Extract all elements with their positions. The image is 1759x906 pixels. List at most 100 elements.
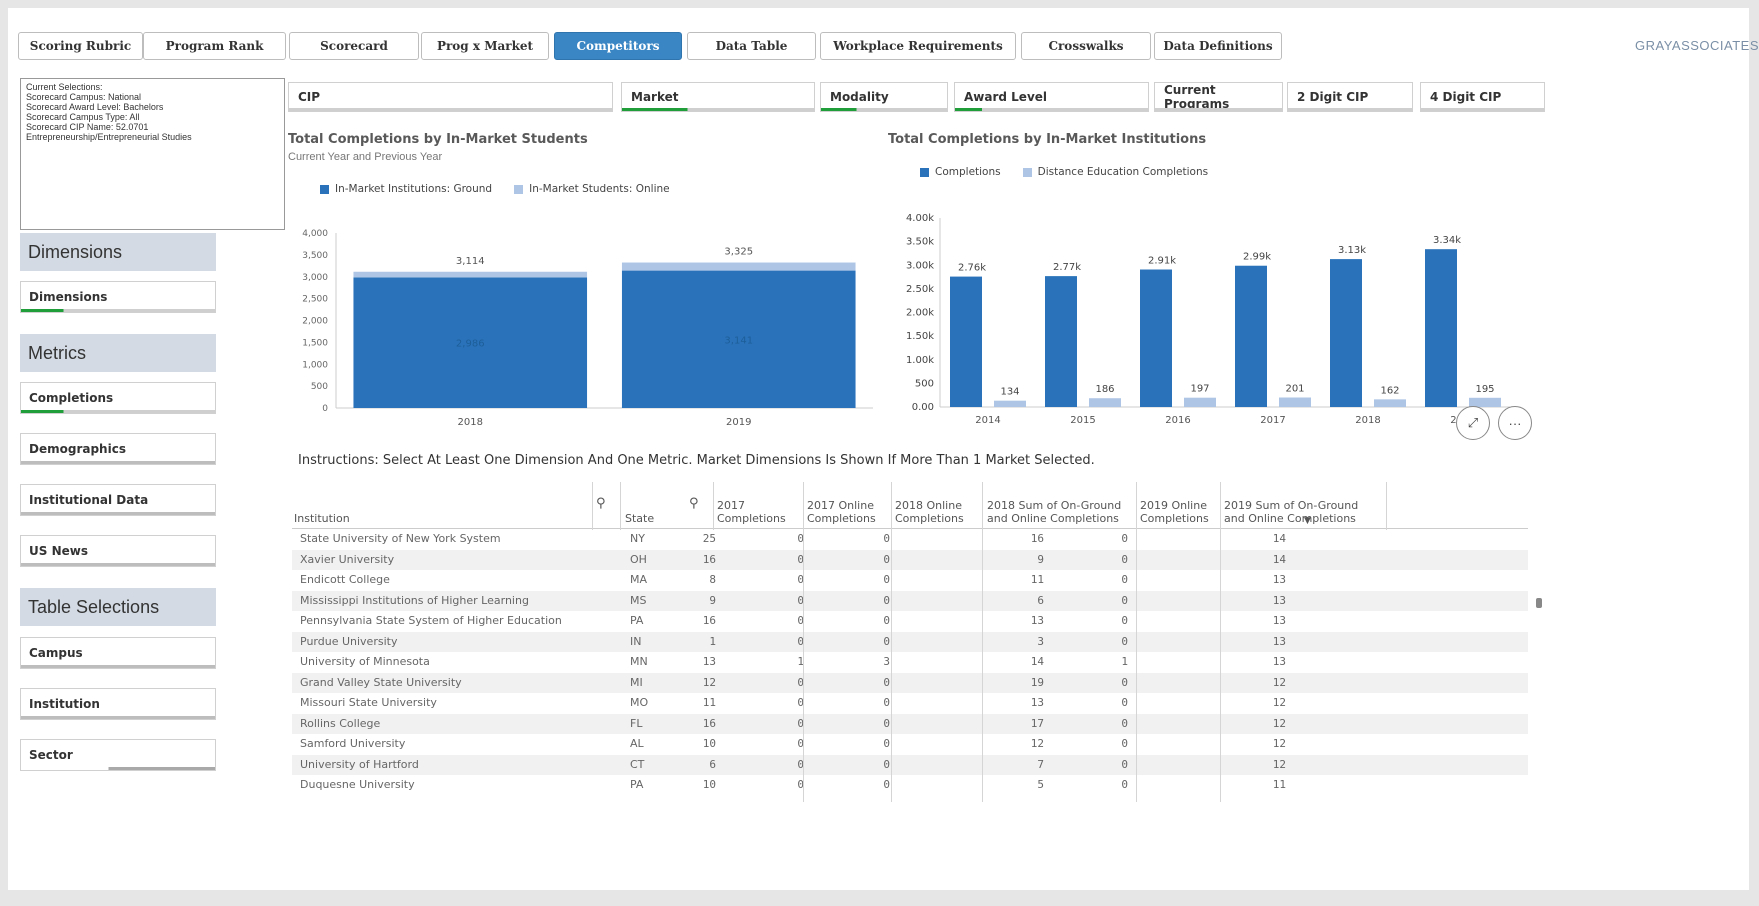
selection-indicator [21,461,215,464]
table-cell: 0 [1121,614,1128,627]
completions-button[interactable]: Completions [20,382,216,414]
us-news-button[interactable]: US News [20,535,216,567]
table-cell: 12 [1272,675,1286,689]
tab-program-rank[interactable]: Program Rank [143,32,286,60]
y-tick-label: 4,000 [302,229,328,239]
table-row[interactable]: Missouri State University MO 11 0 0 13 0 12 [292,693,1528,714]
bar-completions [950,276,982,407]
expand-icon[interactable]: ⤢ [1456,406,1490,440]
header-2017-online[interactable]: 2017 Online Completions [807,499,876,525]
table-selections-header: Table Selections [20,588,216,626]
search-icon[interactable]: ⚲ [596,497,606,510]
table-row[interactable]: Pennsylvania State System of Higher Educ… [292,611,1528,632]
table-cell: 10 [702,778,716,791]
cip4-filter[interactable]: 4 Digit CIP [1420,82,1545,112]
table-row[interactable]: Grand Valley State University MI 12 0 0 19 0 12 [292,672,1528,693]
header-institution[interactable]: Institution [294,512,350,525]
table-row[interactable]: Samford University AL 10 0 0 12 0 12 [292,734,1528,755]
cip2-filter[interactable]: 2 Digit CIP [1287,82,1413,112]
y-tick-label: 2,500 [302,295,328,305]
tab-workplace-requirements[interactable]: Workplace Requirements [820,32,1016,60]
table-cell: 0 [1121,757,1128,771]
header-2019-online[interactable]: 2019 Online Completions [1140,499,1209,525]
y-tick-label: 2.00k [906,308,934,319]
demographics-button[interactable]: Demographics [20,433,216,465]
table-cell: 11 [702,696,716,709]
selection-line: Scorecard CIP Name: 52.0701 [26,122,149,132]
current-programs-filter[interactable]: Current Programs [1154,82,1283,112]
table-cell: PA [630,778,644,791]
bar-total-label: 3,325 [724,247,753,258]
table-scrollbar[interactable] [1536,598,1542,608]
table-row[interactable]: Duquesne University PA 10 0 0 5 0 11 [292,775,1528,796]
filter-indicator [289,108,612,111]
institution-button[interactable]: Institution [20,688,216,720]
table-row[interactable]: University of Hartford CT 6 0 0 7 0 12 [292,754,1528,775]
sector-button[interactable]: Sector [20,739,216,771]
institutional-data-button[interactable]: Institutional Data [20,484,216,516]
table-row[interactable]: Endicott College MA 8 0 0 11 0 13 [292,570,1528,591]
table-cell: 0 [1121,696,1128,709]
more-options-icon[interactable]: ··· [1498,406,1532,440]
legend-label: Distance Education Completions [1037,166,1209,178]
y-tick-label: 1.00k [906,355,934,366]
table-cell: 0 [1121,675,1128,689]
header-2019-sum[interactable]: 2019 Sum of On-Ground and Online Completi… [1224,499,1358,525]
us-news-label: US News [29,544,88,558]
table-cell: OH [630,552,647,566]
market-filter[interactable]: Market [621,82,815,112]
tab-data-table[interactable]: Data Table [687,32,816,60]
tab-scorecard[interactable]: Scorecard [289,32,419,60]
table-cell: Pennsylvania State System of Higher Educ… [300,614,562,627]
table-cell: 0 [1121,593,1128,607]
table-cell: 0 [883,552,890,566]
table-row[interactable]: University of Minnesota MN 13 1 3 14 1 13 [292,652,1528,673]
tab-crosswalks[interactable]: Crosswalks [1021,32,1151,60]
cip-filter[interactable]: CIP [288,82,613,112]
header-2018-sum[interactable]: 2018 Sum of On-Ground and Online Completi… [987,499,1121,525]
column-divider [1386,482,1387,530]
bar-distance-ed [1279,397,1311,407]
tab-competitors[interactable]: Competitors [554,32,682,60]
column-divider [592,482,593,530]
table-cell: 1 [1121,655,1128,668]
market-filter-label: Market [631,90,679,104]
bar-online [353,271,588,278]
tab-data-definitions[interactable]: Data Definitions [1154,32,1282,60]
bar-distance-ed [994,400,1026,407]
campus-button[interactable]: Campus [20,637,216,669]
tab-prog-x-market[interactable]: Prog x Market [421,32,549,60]
header-2018-online[interactable]: 2018 Online Completions [895,499,964,525]
table-row[interactable]: Purdue University IN 1 0 0 3 0 13 [292,631,1528,652]
table-row[interactable]: State University of New York System NY 25 0… [292,529,1528,550]
bar-value-label: 134 [1000,387,1019,398]
x-tick-label: 2014 [975,415,1000,426]
table-row[interactable]: Rollins College FL 16 0 0 17 0 12 [292,713,1528,734]
table-cell: Xavier University [300,552,395,566]
column-divider [891,482,892,802]
table-row[interactable]: Xavier University OH 16 0 0 9 0 14 [292,549,1528,570]
table-cell: 16 [702,614,716,627]
search-icon[interactable]: ⚲ [689,497,699,510]
bar-completions [1045,276,1077,407]
award-level-filter[interactable]: Award Level [954,82,1149,112]
header-state[interactable]: State [625,512,654,525]
bar-value-label: 201 [1285,384,1304,395]
header-line: Completions [895,512,964,525]
y-tick-label: 3.50k [906,237,934,248]
x-tick-label: 2019 [726,417,751,428]
header-2017-completions[interactable]: 2017 Completions [717,499,786,525]
chart2-plot: 0.00 500 1.00k 1.50k 2.00k 2.50k 3.00k 3.50k 4.0… [906,213,1510,426]
tab-scoring-rubric[interactable]: Scoring Rubric [18,32,143,60]
table-row[interactable]: Mississippi Institutions of Higher Learn… [292,590,1528,611]
dimensions-button[interactable]: Dimensions [20,281,216,313]
sort-desc-icon[interactable]: ▼ [1304,515,1311,528]
bar-value-label: 3.34k [1433,235,1461,246]
table-cell: 0 [883,757,890,771]
selection-line: Scorecard Campus Type: All [26,112,140,122]
legend-swatch [514,184,524,194]
table-cell: 0 [1121,552,1128,566]
selection-indicator [21,767,215,770]
modality-filter[interactable]: Modality [820,82,948,112]
table-cell: 13 [1272,593,1286,607]
